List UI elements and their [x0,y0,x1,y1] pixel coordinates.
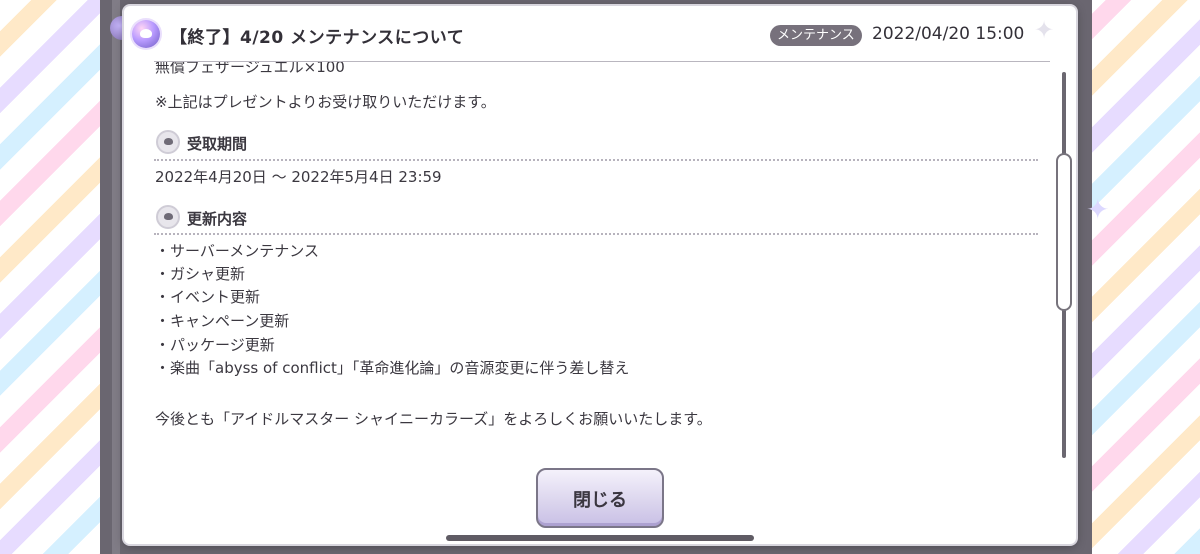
notice-datetime: 2022/04/20 15:00 [872,24,1025,44]
receive-period-value: 2022年4月20日 〜 2022年5月4日 23:59 [155,168,442,186]
list-item: ・楽曲「abyss of conflict」「革命進化論」の音源変更に伴う差し替… [155,359,630,377]
notice-dialog: 【終了】4/20 メンテナンスについて メンテナンス 2022/04/20 15… [124,6,1076,544]
close-button[interactable]: 閉じる [536,468,664,528]
section-label: 更新内容 [187,210,248,228]
scrollbar-thumb[interactable] [1056,153,1072,311]
present-note: ※上記はプレゼントよりお受け取りいただけます。 [155,93,496,111]
game-screen: ✦ 【終了】4/20 メンテナンスについて メンテナンス 2022/04/20 … [0,0,1200,554]
closing-message: 今後とも「アイドルマスター シャイニーカラーズ」をよろしくお願いいたします。 [155,410,712,428]
section-label: 受取期間 [187,135,248,153]
notice-title: 【終了】4/20 メンテナンスについて [170,28,465,48]
notice-body[interactable]: 無償フェザージュエル×100 ※上記はプレゼントよりお受け取りいただけます。 受… [124,62,1076,462]
dialog-header: 【終了】4/20 メンテナンスについて メンテナンス 2022/04/20 15… [124,6,1076,62]
horizontal-scroll-indicator [446,535,754,541]
list-item: ・ガシャ更新 [155,265,246,283]
category-badge: メンテナンス [770,25,862,46]
reward-line: 無償フェザージュエル×100 [155,62,345,76]
list-item: ・パッケージ更新 [155,336,275,354]
section-emblem-icon [156,205,180,229]
dotted-divider [154,159,1038,161]
close-button-label: 閉じる [573,490,627,511]
list-item: ・キャンペーン更新 [155,312,290,330]
section-emblem-icon [156,130,180,154]
list-item: ・イベント更新 [155,288,261,306]
background-panel-edge [112,0,120,554]
notice-emblem-icon [132,20,160,48]
dotted-divider [154,233,1038,235]
sparkle-icon: ✦ [1086,193,1110,226]
sparkle-icon: ✦ [1034,16,1055,44]
list-item: ・サーバーメンテナンス [155,242,319,260]
